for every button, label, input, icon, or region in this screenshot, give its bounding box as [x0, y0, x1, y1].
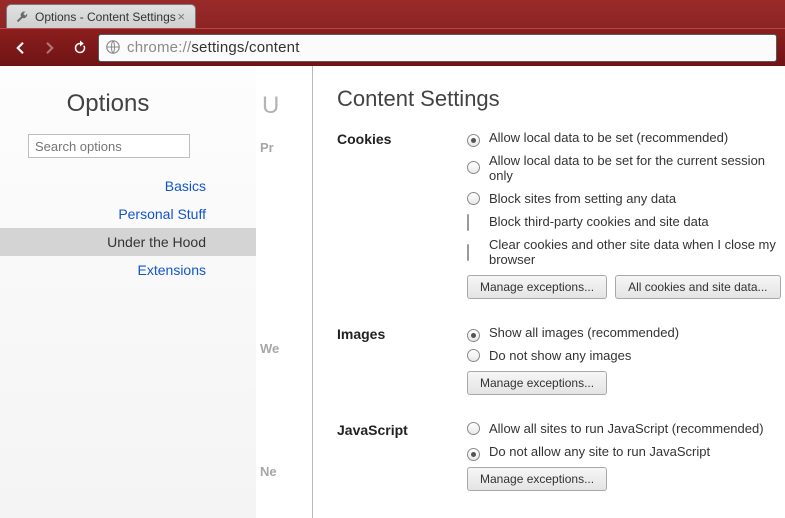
cookies-session-row[interactable]: Allow local data to be set for the curre… — [467, 153, 785, 183]
panel-title: Content Settings — [337, 86, 785, 112]
radio-icon — [467, 422, 480, 435]
tab-title: Options - Content Settings — [35, 10, 176, 24]
section-label-cookies: Cookies — [337, 130, 467, 299]
section-label-images: Images — [337, 325, 467, 395]
checkbox-icon — [467, 244, 469, 261]
section-images: Images Show all images (recommended) Do … — [337, 325, 785, 395]
cookies-block3p-label: Block third-party cookies and site data — [489, 214, 709, 229]
images-manage-exceptions-button[interactable]: Manage exceptions... — [467, 371, 607, 395]
cookies-all-data-button[interactable]: All cookies and site data... — [615, 275, 780, 299]
cookies-block-row[interactable]: Block sites from setting any data — [467, 191, 785, 206]
js-allow-row[interactable]: Allow all sites to run JavaScript (recom… — [467, 421, 785, 436]
cookies-allow-label: Allow local data to be set (recommended) — [489, 130, 728, 145]
section-cookies: Cookies Allow local data to be set (reco… — [337, 130, 785, 299]
content-settings-panel: Content Settings Cookies Allow local dat… — [312, 66, 785, 518]
options-sidebar: Options Basics Personal Stuff Under the … — [0, 66, 256, 518]
cookies-allow-row[interactable]: Allow local data to be set (recommended) — [467, 130, 785, 145]
cookies-session-label: Allow local data to be set for the curre… — [489, 153, 785, 183]
reload-button[interactable] — [68, 36, 92, 60]
radio-icon — [467, 329, 480, 342]
options-nav: Basics Personal Stuff Under the Hood Ext… — [0, 172, 256, 284]
browser-chrome: Options - Content Settings × chrome://se… — [0, 0, 785, 66]
images-hide-row[interactable]: Do not show any images — [467, 348, 785, 363]
forward-button[interactable] — [38, 36, 62, 60]
radio-icon — [467, 448, 480, 461]
cookies-clear-row[interactable]: Clear cookies and other site data when I… — [467, 237, 785, 267]
nav-personal[interactable]: Personal Stuff — [0, 200, 256, 228]
radio-icon — [467, 349, 480, 362]
wrench-icon — [15, 10, 29, 24]
back-button[interactable] — [8, 36, 32, 60]
cookies-clear-label: Clear cookies and other site data when I… — [489, 237, 785, 267]
cookies-manage-exceptions-button[interactable]: Manage exceptions... — [467, 275, 607, 299]
radio-icon — [467, 134, 480, 147]
globe-icon — [105, 39, 123, 57]
cookies-block-label: Block sites from setting any data — [489, 191, 676, 206]
images-show-label: Show all images (recommended) — [489, 325, 679, 340]
nav-under-the-hood[interactable]: Under the Hood — [0, 228, 256, 256]
section-javascript: JavaScript Allow all sites to run JavaSc… — [337, 421, 785, 491]
radio-icon — [467, 161, 480, 174]
search-input[interactable] — [28, 134, 190, 158]
options-title: Options — [0, 90, 256, 118]
section-label-javascript: JavaScript — [337, 421, 467, 491]
toolbar: chrome://settings/content — [0, 28, 785, 66]
tabstrip: Options - Content Settings × — [0, 0, 785, 28]
cookies-block3p-row[interactable]: Block third-party cookies and site data — [467, 214, 785, 229]
js-allow-label: Allow all sites to run JavaScript (recom… — [489, 421, 764, 436]
close-icon[interactable]: × — [177, 10, 185, 23]
images-show-row[interactable]: Show all images (recommended) — [467, 325, 785, 340]
radio-icon — [467, 192, 480, 205]
images-hide-label: Do not show any images — [489, 348, 631, 363]
nav-extensions[interactable]: Extensions — [0, 256, 256, 284]
js-manage-exceptions-button[interactable]: Manage exceptions... — [467, 467, 607, 491]
checkbox-icon — [467, 214, 469, 231]
url-text: chrome://settings/content — [127, 39, 300, 56]
tab-options[interactable]: Options - Content Settings × — [6, 4, 196, 28]
nav-basics[interactable]: Basics — [0, 172, 256, 200]
js-block-row[interactable]: Do not allow any site to run JavaScript — [467, 444, 785, 459]
js-block-label: Do not allow any site to run JavaScript — [489, 444, 710, 459]
content-area: Options Basics Personal Stuff Under the … — [0, 66, 785, 518]
overlay-wrap: Content Settings Cookies Allow local dat… — [312, 66, 785, 518]
omnibox[interactable]: chrome://settings/content — [98, 34, 777, 62]
